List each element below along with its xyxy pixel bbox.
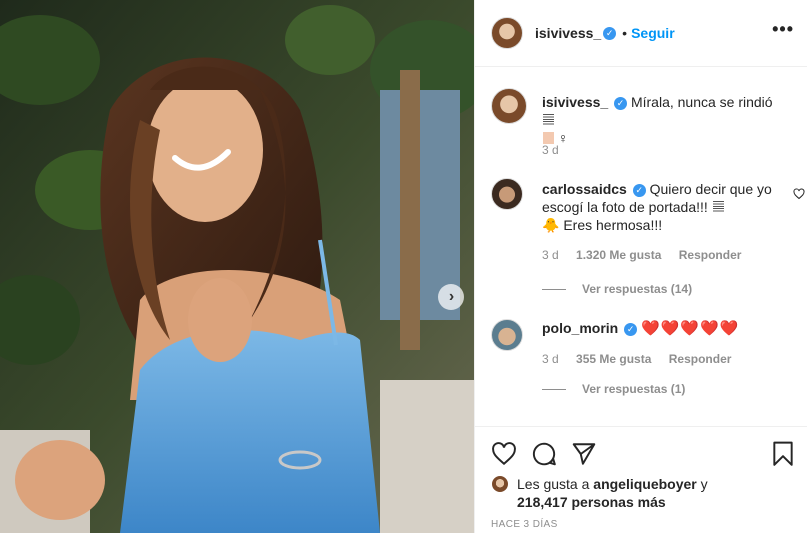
more-options-icon[interactable]: ••• (772, 20, 794, 38)
liker-avatar[interactable] (491, 475, 509, 493)
verified-badge-icon: ✓ (614, 96, 628, 110)
comment-text: Eres hermosa!!! (563, 217, 663, 233)
post-header: isivivess_ ✓ • Seguir ••• (475, 0, 807, 67)
likes-joiner: y (700, 476, 708, 492)
post-timestamp[interactable]: HACE 3 DÍAS (491, 519, 558, 530)
verified-badge-icon: ✓ (632, 183, 646, 197)
caption-avatar[interactable] (491, 88, 527, 124)
instagram-post: › isivivess_ ✓ • Seguir ••• isivivess_ ✓… (0, 0, 807, 533)
likes-prefix: Les gusta a (517, 476, 590, 492)
emoji-glyph (712, 201, 724, 213)
comment-time[interactable]: 3 d (542, 352, 559, 366)
author-username[interactable]: isivivess_ (535, 25, 601, 41)
replies-divider (542, 388, 566, 390)
emoji-glyph (543, 114, 554, 126)
comments-list[interactable]: isivivess_ ✓ Mírala, nunca se rindió ♀ 3… (475, 68, 807, 426)
caption-username[interactable]: isivivess_ (542, 94, 608, 110)
commenter-avatar[interactable] (491, 319, 523, 351)
comment-like-count[interactable]: 1.320 Me gusta (576, 248, 661, 262)
likes-count[interactable]: 218,417 personas más (517, 494, 666, 510)
save-button[interactable] (772, 441, 794, 467)
view-replies-button[interactable]: Ver respuestas (14) (542, 282, 692, 296)
photo-illustration (0, 0, 474, 533)
comment-time[interactable]: 3 d (542, 248, 559, 262)
view-replies-label: Ver respuestas (14) (582, 282, 693, 296)
replies-divider (542, 288, 566, 290)
heart-outline-icon[interactable] (491, 441, 517, 467)
comment-emoji: 🐥 (542, 217, 560, 233)
liker-username[interactable]: angeliqueboyer (593, 476, 696, 492)
caption-text: Mírala, nunca se rindió (630, 94, 773, 110)
post-sidebar: isivivess_ ✓ • Seguir ••• isivivess_ ✓ M… (474, 0, 807, 533)
bookmark-icon (773, 441, 793, 466)
comment-like-count[interactable]: 355 Me gusta (576, 352, 651, 366)
paper-plane-icon[interactable] (571, 441, 597, 467)
commenter-avatar[interactable] (491, 178, 523, 210)
follow-button[interactable]: Seguir (631, 25, 675, 41)
post-photo[interactable]: › (0, 0, 474, 533)
next-photo-button[interactable]: › (438, 284, 464, 310)
chevron-right-icon: › (448, 288, 455, 305)
likes-summary: Les gusta a angeliqueboyer y 218,417 per… (491, 475, 791, 511)
caption-time[interactable]: 3 d (542, 143, 559, 157)
comment-bubble-icon[interactable] (531, 441, 557, 467)
view-replies-label: Ver respuestas (1) (582, 382, 686, 396)
author-avatar[interactable] (491, 17, 523, 49)
reply-button[interactable]: Responder (679, 248, 742, 262)
header-separator: • (622, 25, 628, 41)
comment-text: ❤️❤️❤️❤️❤️ (641, 320, 740, 337)
reply-button[interactable]: Responder (669, 352, 732, 366)
heart-outline-icon[interactable] (793, 188, 805, 200)
post-actions: Les gusta a angeliqueboyer y 218,417 per… (475, 426, 807, 533)
view-replies-button[interactable]: Ver respuestas (1) (542, 382, 685, 396)
commenter-username[interactable]: polo_morin (542, 320, 618, 336)
commenter-username[interactable]: carlossaidcs (542, 181, 627, 197)
verified-badge-icon: ✓ (603, 26, 617, 40)
verified-badge-icon: ✓ (624, 322, 638, 336)
